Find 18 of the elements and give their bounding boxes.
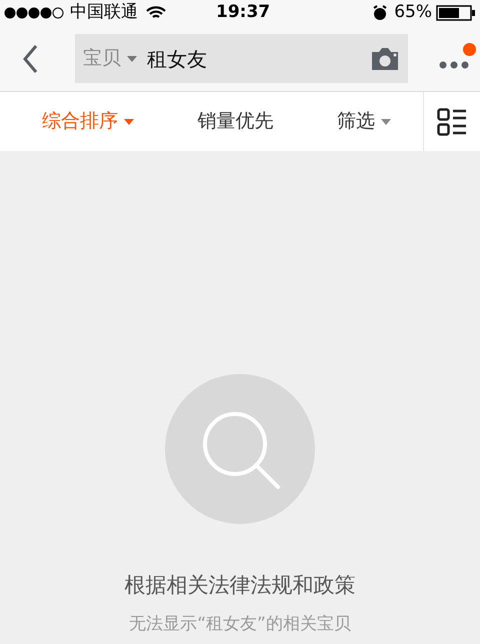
search-query: 租女友 <box>147 46 207 72</box>
alarm-icon <box>372 5 388 21</box>
list-layout-icon <box>437 108 467 136</box>
battery-percent: 65% <box>394 1 432 24</box>
search-icon <box>165 374 315 524</box>
signal-icon <box>4 7 66 19</box>
carrier-name: 中国联通 <box>70 1 138 24</box>
clock-time: 19:37 <box>216 1 270 24</box>
wifi-icon <box>146 6 166 20</box>
empty-title: 根据相关法律法规和政策 <box>124 572 356 599</box>
battery-icon <box>436 5 476 21</box>
sort-tab[interactable]: 销量优先 <box>197 107 274 136</box>
caret-icon <box>127 56 137 62</box>
sort-tab[interactable]: 筛选 <box>337 107 392 136</box>
search-field[interactable]: 宝贝 租女友 <box>75 34 408 83</box>
camera-icon[interactable] <box>370 46 400 72</box>
empty-message: 无法显示“租女友”的相关宝贝 <box>129 612 351 636</box>
more-dots-icon <box>439 60 469 68</box>
